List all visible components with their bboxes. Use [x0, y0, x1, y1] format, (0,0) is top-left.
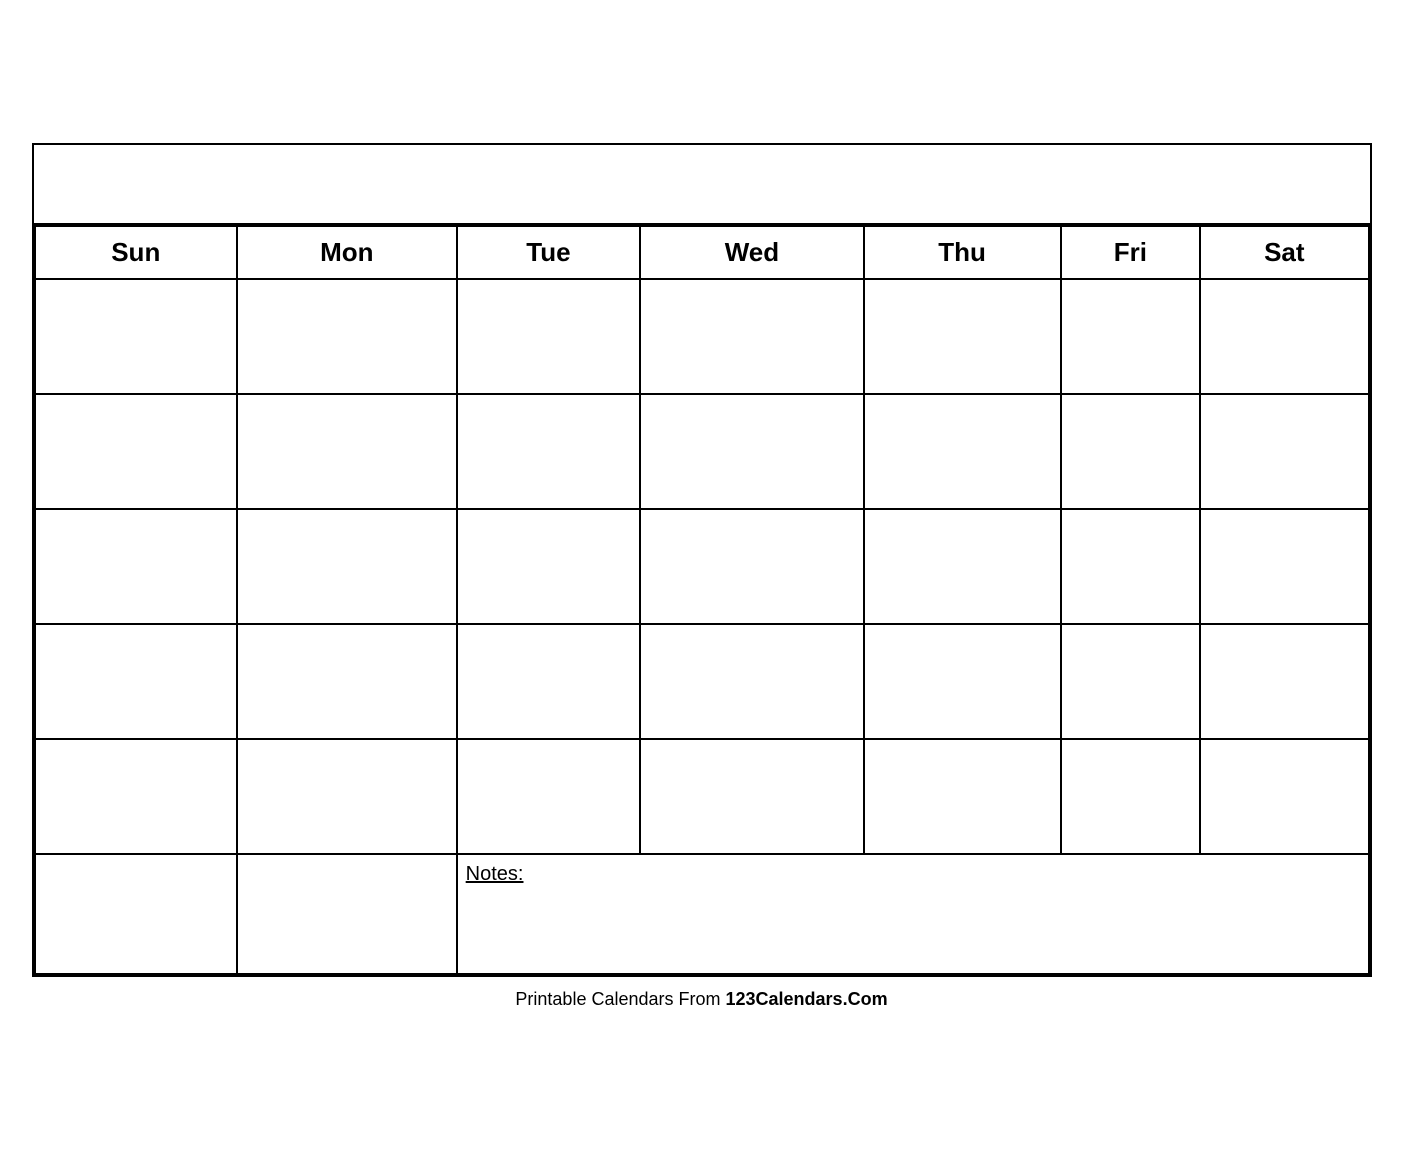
calendar-row-4 — [35, 624, 1369, 739]
cell-r3-sun — [35, 509, 238, 624]
calendar-row-5 — [35, 739, 1369, 854]
footer-bold-text: 123Calendars.Com — [726, 989, 888, 1009]
cell-r5-sun — [35, 739, 238, 854]
page-container: Sun Mon Tue Wed Thu Fri Sat — [0, 0, 1403, 1153]
cell-r1-mon — [237, 279, 457, 394]
cell-r1-sun — [35, 279, 238, 394]
cell-r4-sat — [1200, 624, 1368, 739]
cell-notes-sun — [35, 854, 238, 974]
calendar-wrapper: Sun Mon Tue Wed Thu Fri Sat — [32, 143, 1372, 977]
cell-r5-sat — [1200, 739, 1368, 854]
footer: Printable Calendars From 123Calendars.Co… — [515, 989, 887, 1010]
cell-r2-fri — [1061, 394, 1201, 509]
cell-r5-mon — [237, 739, 457, 854]
calendar-row-3 — [35, 509, 1369, 624]
cell-r4-mon — [237, 624, 457, 739]
cell-r5-fri — [1061, 739, 1201, 854]
calendar-table: Sun Mon Tue Wed Thu Fri Sat — [34, 225, 1370, 975]
cell-r4-tue — [457, 624, 640, 739]
cell-r4-sun — [35, 624, 238, 739]
cell-r2-tue — [457, 394, 640, 509]
cell-r3-wed — [640, 509, 864, 624]
footer-plain-text: Printable Calendars From — [515, 989, 725, 1009]
cell-r4-thu — [864, 624, 1061, 739]
notes-cell: Notes: — [457, 854, 1369, 974]
cell-r1-wed — [640, 279, 864, 394]
cell-r3-sat — [1200, 509, 1368, 624]
cell-r3-fri — [1061, 509, 1201, 624]
cell-r1-thu — [864, 279, 1061, 394]
calendar-row-1 — [35, 279, 1369, 394]
cell-r2-mon — [237, 394, 457, 509]
cell-r3-thu — [864, 509, 1061, 624]
cell-r5-tue — [457, 739, 640, 854]
header-mon: Mon — [237, 226, 457, 279]
cell-r3-mon — [237, 509, 457, 624]
cell-r2-thu — [864, 394, 1061, 509]
cell-r1-fri — [1061, 279, 1201, 394]
cell-r4-wed — [640, 624, 864, 739]
header-sun: Sun — [35, 226, 238, 279]
cell-r5-thu — [864, 739, 1061, 854]
cell-r2-sat — [1200, 394, 1368, 509]
header-tue: Tue — [457, 226, 640, 279]
calendar-notes-row: Notes: — [35, 854, 1369, 974]
header-sat: Sat — [1200, 226, 1368, 279]
notes-label: Notes: — [466, 863, 524, 885]
header-wed: Wed — [640, 226, 864, 279]
cell-notes-mon — [237, 854, 457, 974]
cell-r3-tue — [457, 509, 640, 624]
cell-r1-tue — [457, 279, 640, 394]
cell-r2-sun — [35, 394, 238, 509]
cell-r5-wed — [640, 739, 864, 854]
calendar-header-row: Sun Mon Tue Wed Thu Fri Sat — [35, 226, 1369, 279]
cell-r1-sat — [1200, 279, 1368, 394]
cell-r4-fri — [1061, 624, 1201, 739]
header-fri: Fri — [1061, 226, 1201, 279]
cell-r2-wed — [640, 394, 864, 509]
header-thu: Thu — [864, 226, 1061, 279]
calendar-row-2 — [35, 394, 1369, 509]
calendar-title-row — [34, 145, 1370, 225]
